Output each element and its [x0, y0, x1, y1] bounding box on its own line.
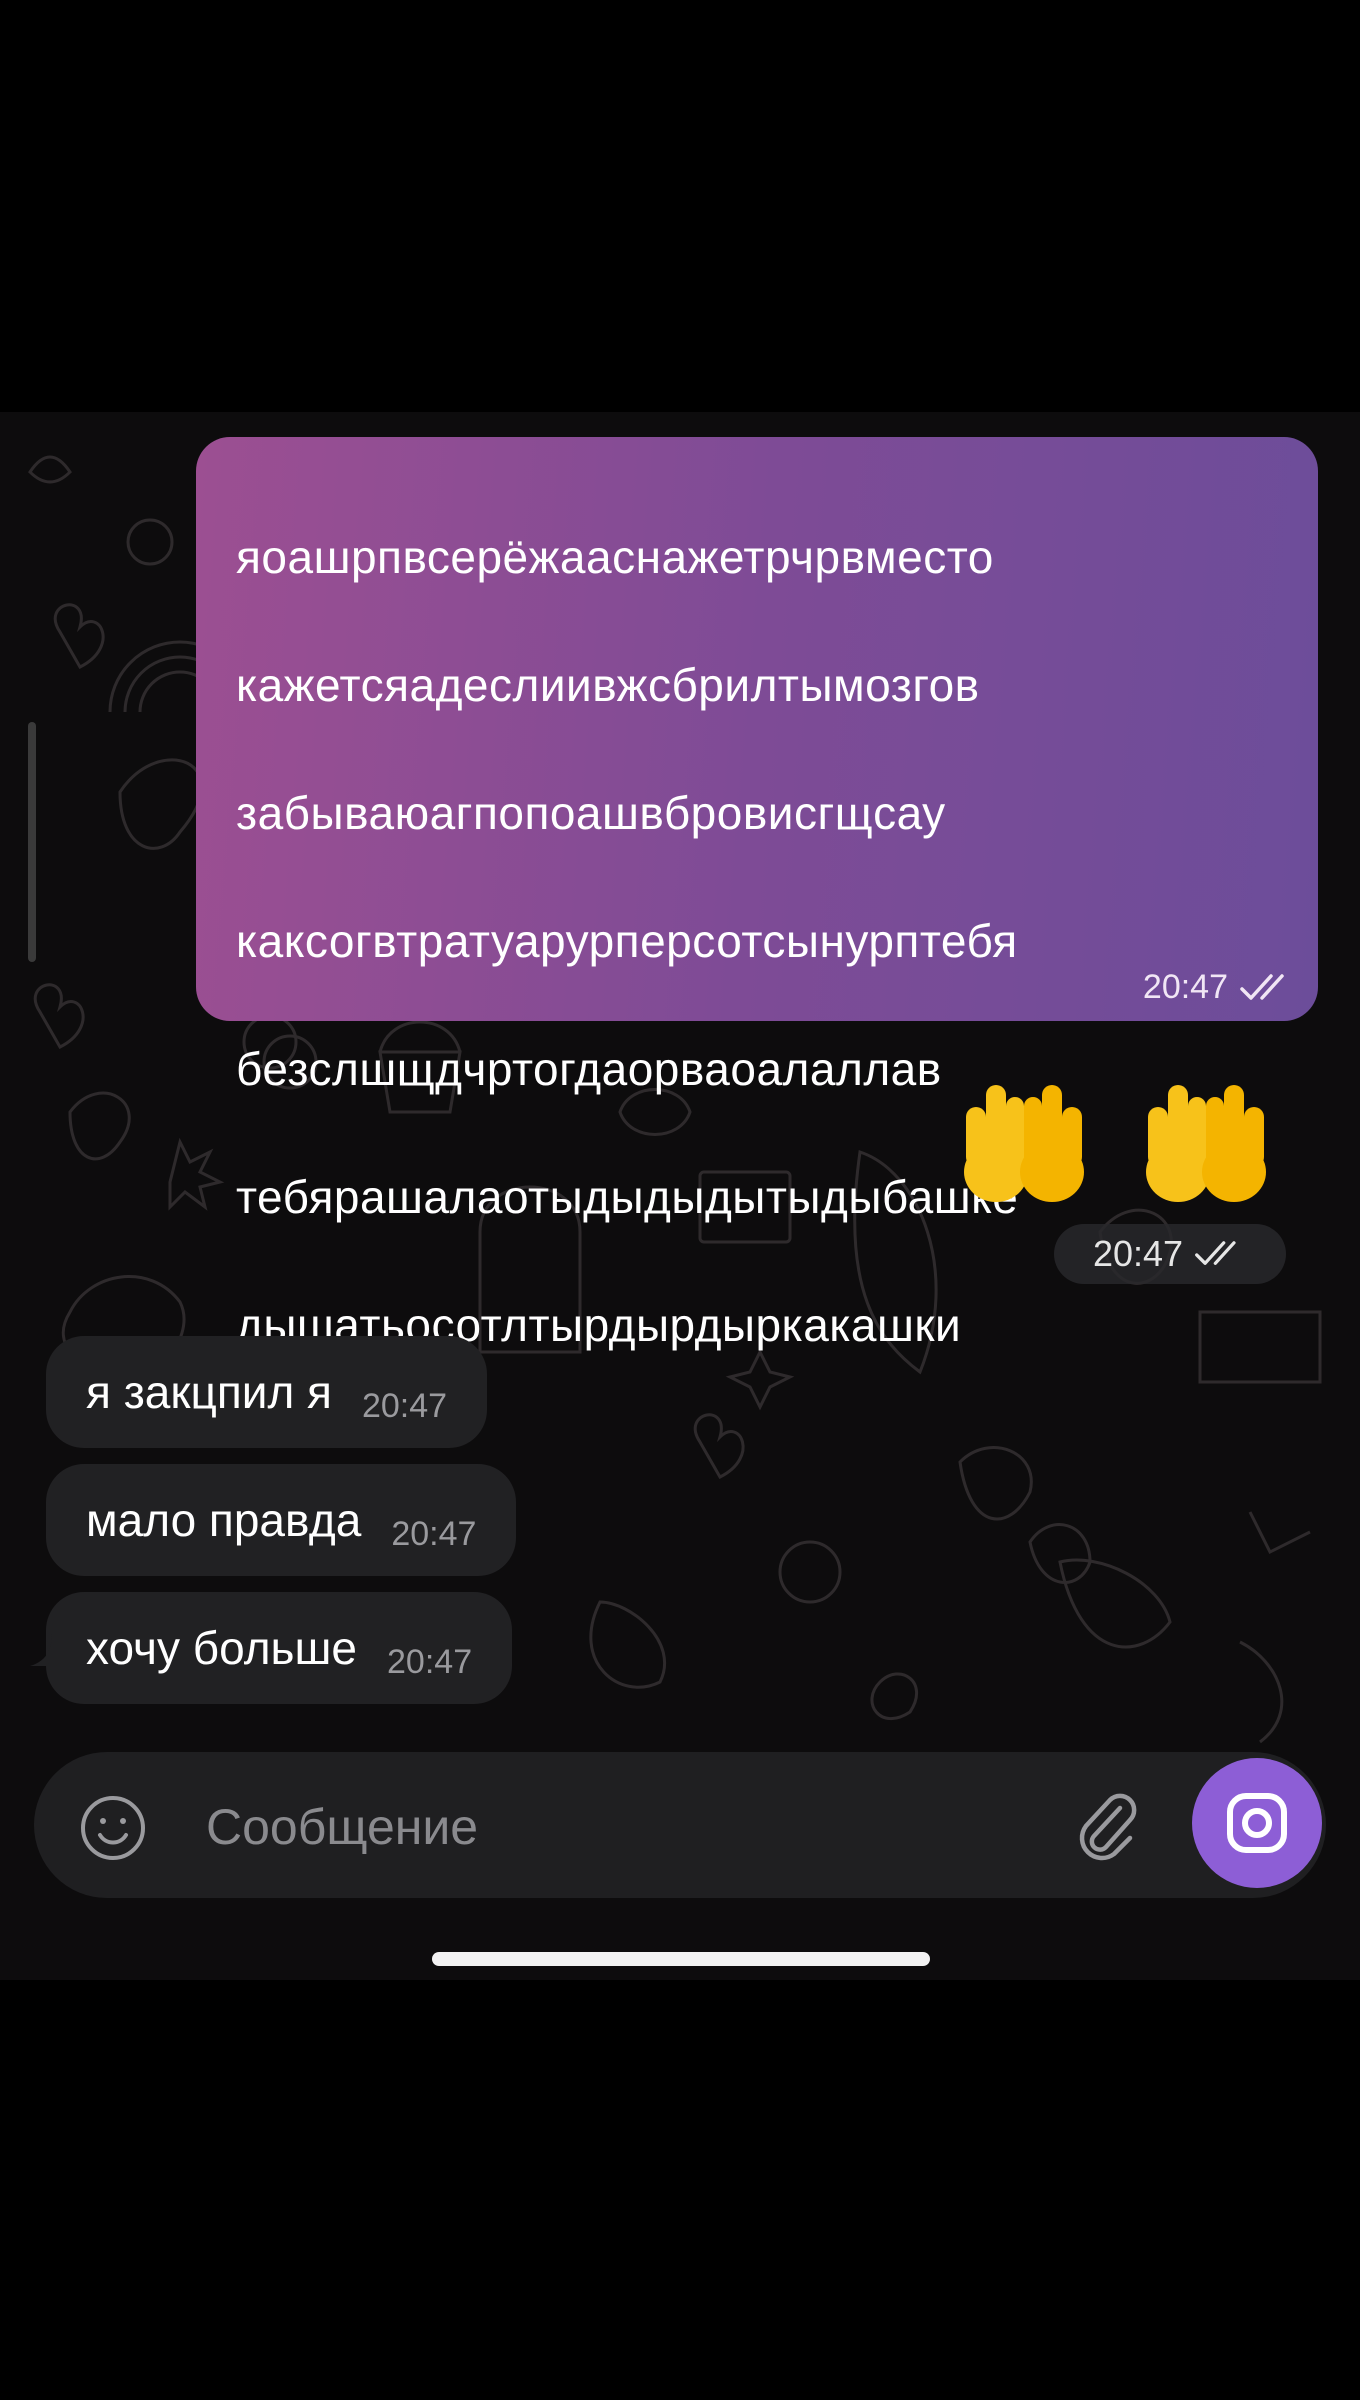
incoming-message-text: хочу больше: [86, 1622, 358, 1674]
incoming-message-text: я закцпил я: [86, 1366, 332, 1418]
camera-icon: [1227, 1793, 1287, 1853]
incoming-message-text: мало правда: [86, 1494, 362, 1546]
home-indicator[interactable]: [432, 1952, 930, 1966]
message-time: 20:47: [1142, 968, 1228, 1006]
incoming-message-bubble[interactable]: хочу больше 20:47: [46, 1592, 513, 1704]
outgoing-line: забываюагпопоашвбровисгщсау: [236, 787, 946, 839]
double-check-icon: [1240, 973, 1284, 1000]
sticker-message[interactable]: [950, 1062, 1310, 1212]
message-time: 20:47: [387, 1642, 473, 1681]
message-time: 20:47: [361, 1386, 448, 1425]
double-check-icon: [1195, 1241, 1236, 1265]
outgoing-message-meta: 20:47: [1143, 968, 1296, 1007]
incoming-message-bubble[interactable]: я закцпил я 20:47: [46, 1336, 488, 1448]
incoming-message-bubble[interactable]: мало правда 20:47: [46, 1464, 517, 1576]
message-time: 20:47: [1092, 1233, 1184, 1274]
message-input[interactable]: [204, 1786, 1028, 1868]
camera-button[interactable]: [1192, 1758, 1322, 1888]
sticker-time-pill: 20:47: [1054, 1224, 1286, 1284]
message-time: 20:47: [391, 1514, 477, 1553]
outgoing-message-bubble[interactable]: яоашрпвсерёжааснажетрчрвместо кажетсяаде…: [196, 437, 1318, 1351]
chat-area: яоашрпвсерёжааснажетрчрвместо кажетсяаде…: [0, 412, 1360, 1980]
outgoing-line: кажетсяадеслиивжсбрилтымозгов: [236, 659, 980, 711]
message-composer: [34, 1752, 1326, 1898]
outgoing-line: каксогвтратуарурперсотсынурптебя: [236, 915, 1018, 967]
raised-back-of-hand-icon: [964, 1085, 1084, 1202]
outgoing-line: яоашрпвсерёжааснажетрчрвместо: [236, 531, 994, 583]
raised-back-of-hand-icon: [1146, 1085, 1266, 1202]
bubble-tail: [30, 1634, 70, 1666]
paperclip-icon[interactable]: [1068, 1786, 1148, 1866]
scroll-indicator[interactable]: [28, 722, 36, 962]
smile-icon[interactable]: [78, 1793, 148, 1863]
